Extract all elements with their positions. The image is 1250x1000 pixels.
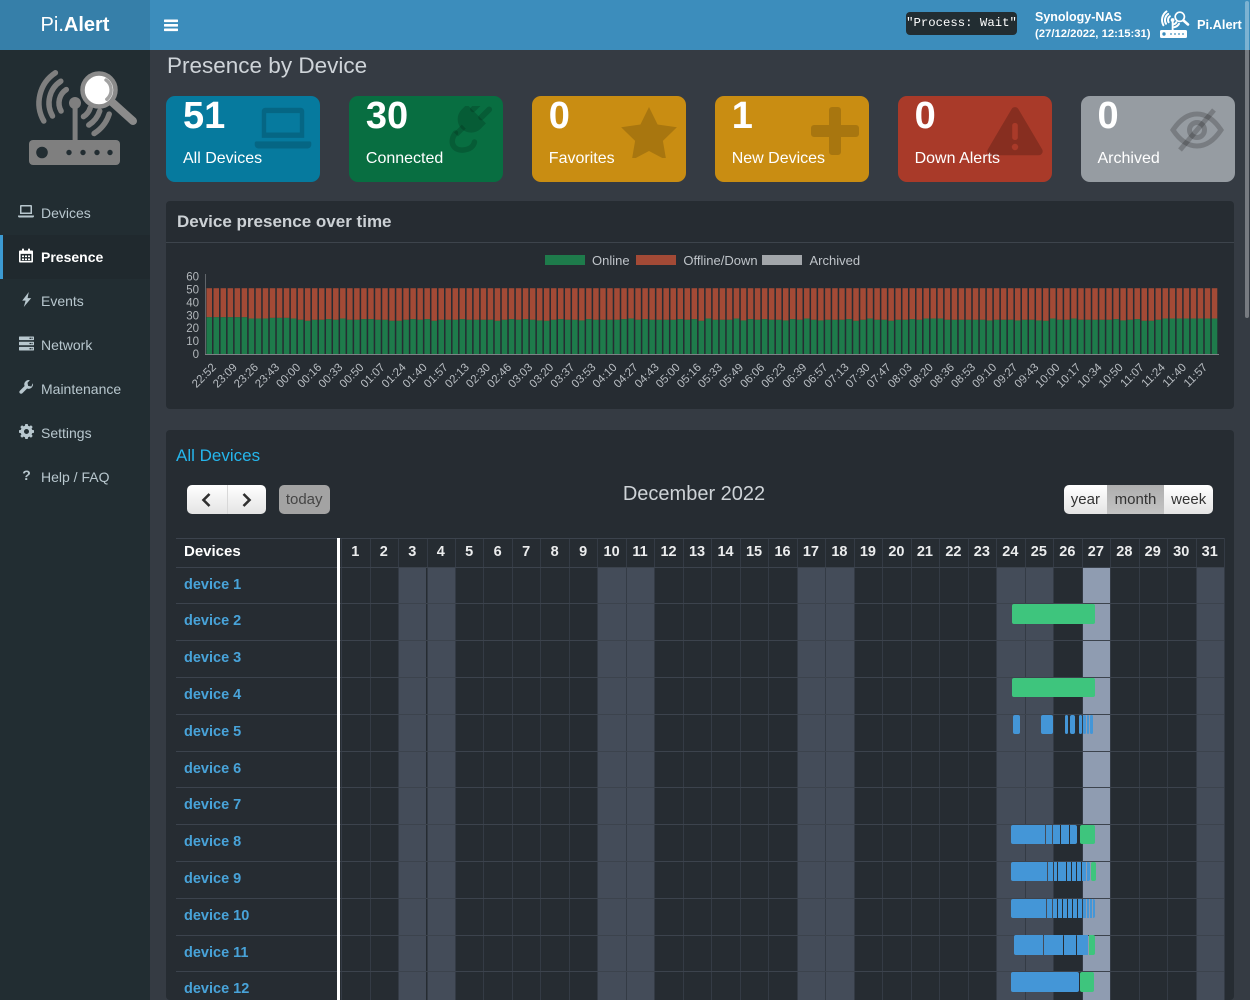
svg-text:?: ? bbox=[22, 468, 31, 483]
